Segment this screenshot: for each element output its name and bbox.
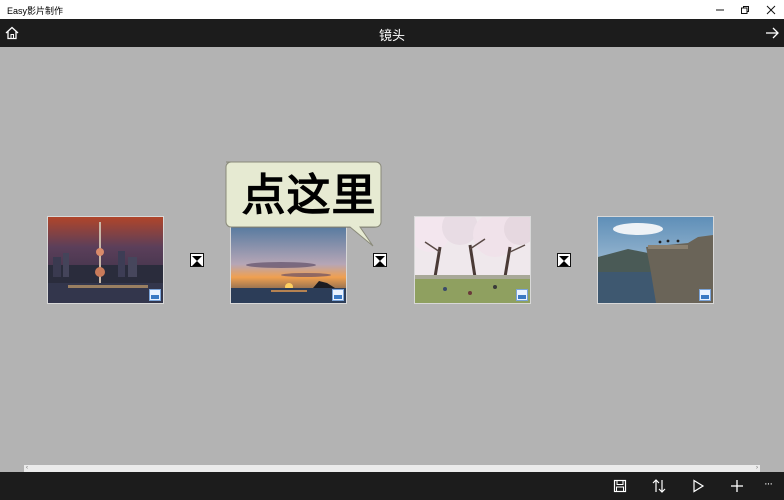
app-header: 镜头	[0, 19, 784, 47]
clip-thumbnail-cherry-blossoms[interactable]	[415, 217, 530, 303]
arrow-right-icon[interactable]	[764, 25, 780, 41]
transition-button-1[interactable]	[190, 253, 204, 267]
transition-button-2[interactable]	[373, 253, 387, 267]
window-titlebar: Easy影片制作	[0, 0, 784, 19]
transition-icon	[192, 256, 202, 266]
close-icon	[766, 5, 776, 14]
minimize-icon	[716, 9, 724, 10]
transition-icon	[375, 256, 385, 266]
photo-badge-icon	[149, 289, 161, 301]
scroll-left-arrow[interactable]: ‹	[26, 465, 28, 472]
photo-badge-icon	[699, 289, 711, 301]
clip-thumbnail-cliff-fjord[interactable]	[598, 217, 713, 303]
night-city-image	[48, 217, 163, 303]
cherry-blossoms-image	[415, 217, 530, 303]
callout-text: 点这里	[241, 170, 377, 221]
photo-badge-icon	[516, 289, 528, 301]
cliff-fjord-image	[598, 217, 713, 303]
transition-icon	[559, 256, 569, 266]
transition-button-3[interactable]	[557, 253, 571, 267]
horizontal-scrollbar[interactable]: ‹ ›	[24, 465, 760, 472]
more-icon[interactable]: ···	[764, 478, 773, 490]
hint-callout: 点这里	[222, 160, 385, 252]
restore-icon	[741, 5, 749, 14]
page-title: 镜头	[378, 29, 405, 44]
plus-icon[interactable]	[729, 478, 745, 494]
play-icon[interactable]	[690, 478, 706, 494]
scroll-right-arrow[interactable]: ›	[756, 465, 758, 472]
clip-thumbnail-night-city[interactable]	[48, 217, 163, 303]
save-icon[interactable]	[612, 478, 628, 494]
photo-badge-icon	[332, 289, 344, 301]
window-title: Easy影片制作	[7, 6, 64, 16]
minimize-button[interactable]	[707, 0, 733, 19]
restore-button[interactable]	[732, 0, 758, 19]
bottom-app-bar: ···	[0, 472, 784, 500]
close-button[interactable]	[758, 0, 784, 19]
sort-icon[interactable]	[651, 478, 667, 494]
